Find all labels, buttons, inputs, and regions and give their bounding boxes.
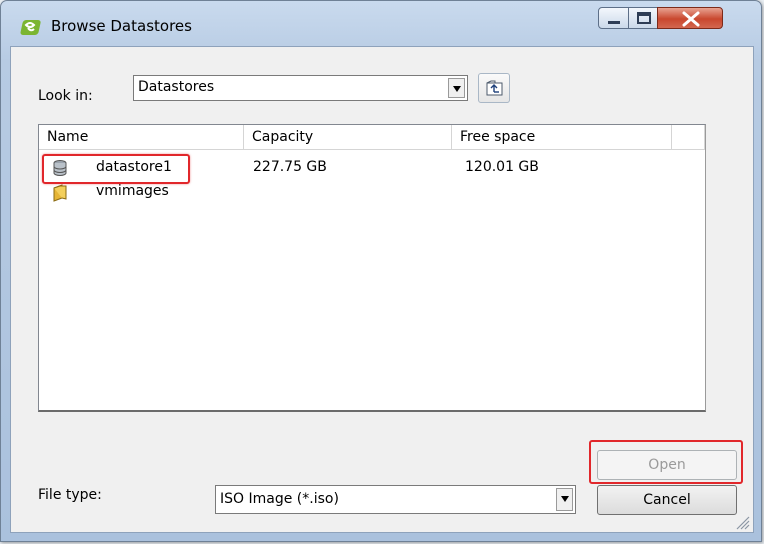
file-type-select[interactable]: ISO Image (*.iso) [215, 485, 576, 514]
look-in-select[interactable]: Datastores [133, 75, 468, 101]
resize-grip-icon[interactable] [736, 516, 750, 530]
vsphere-app-icon [19, 16, 41, 38]
chevron-down-icon [453, 86, 461, 92]
look-in-value: Datastores [138, 79, 215, 95]
maximize-button[interactable] [628, 7, 658, 29]
column-header-empty[interactable] [672, 125, 705, 150]
datastore-capacity: 227.75 GB [253, 159, 327, 175]
cancel-button[interactable]: Cancel [597, 485, 737, 515]
list-header: Name Capacity Free space [39, 125, 705, 150]
list-item-vmimages[interactable]: vmimages [39, 181, 705, 207]
up-folder-icon [486, 80, 503, 96]
window-title: Browse Datastores [51, 17, 192, 35]
maximize-icon [637, 12, 651, 24]
close-icon [682, 11, 700, 27]
folder-name: vmimages [96, 183, 169, 199]
chevron-down-icon [561, 496, 569, 502]
minimize-button[interactable] [598, 7, 629, 29]
column-header-free-space[interactable]: Free space [452, 125, 672, 150]
column-header-capacity[interactable]: Capacity [244, 125, 452, 150]
file-type-dropdown-arrow[interactable] [556, 488, 573, 511]
column-header-name[interactable]: Name [39, 125, 244, 150]
file-type-label: File type: [38, 487, 102, 503]
minimize-icon [608, 21, 620, 24]
look-in-dropdown-arrow[interactable] [448, 78, 465, 98]
highlight-box-datastore [42, 154, 190, 184]
open-button[interactable]: Open [597, 450, 737, 480]
up-one-level-button[interactable] [478, 73, 510, 103]
file-type-value: ISO Image (*.iso) [220, 491, 339, 507]
folder-icon [52, 184, 68, 206]
title-bar[interactable]: Browse Datastores [1, 1, 761, 41]
datastore-free-space: 120.01 GB [465, 159, 539, 175]
close-button[interactable] [657, 7, 723, 29]
look-in-label: Look in: [38, 88, 93, 104]
